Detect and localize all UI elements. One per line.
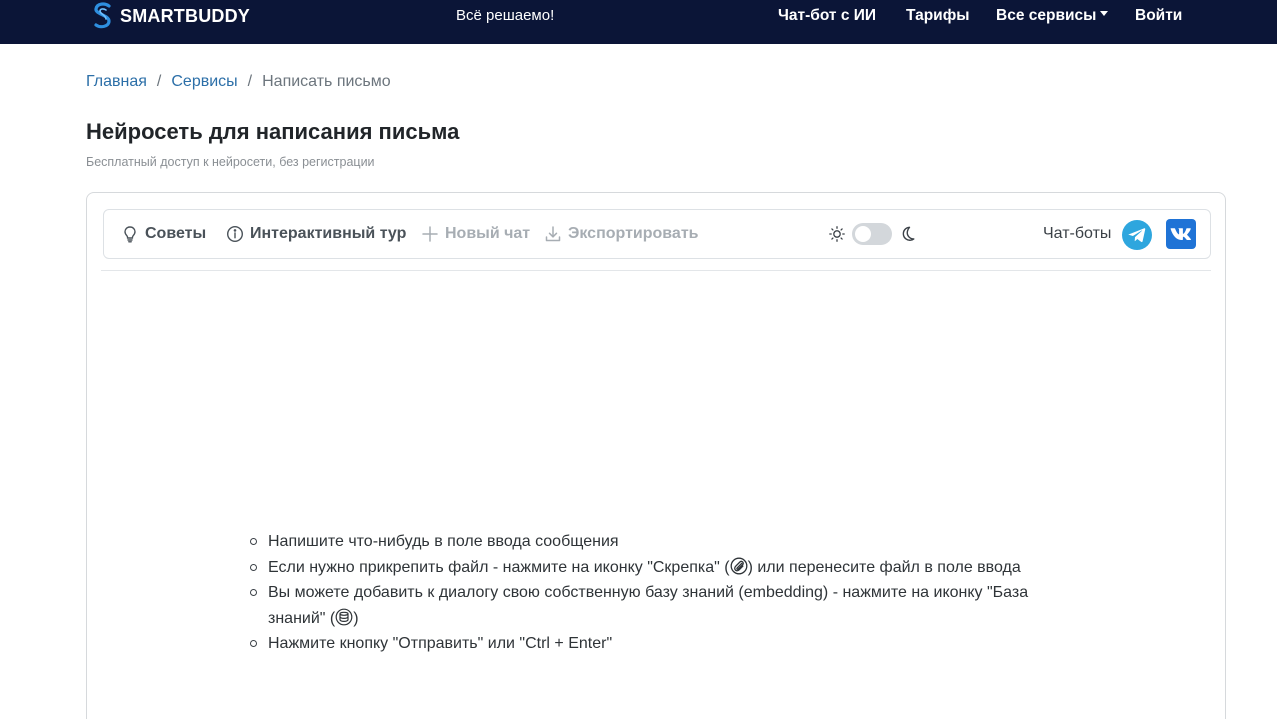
breadcrumb-services[interactable]: Сервисы — [171, 73, 237, 91]
tip-text: ) — [353, 609, 359, 627]
sun-icon — [829, 226, 845, 242]
tip-item: Напишите что-нибудь в поле ввода сообщен… — [250, 529, 1068, 555]
tip-text: Если нужно прикрепить файл - нажмите на … — [268, 558, 730, 576]
new-chat-label: Новый чат — [445, 225, 531, 242]
chatbots-label: Чат-боты — [1043, 225, 1112, 242]
export-label: Экспортировать — [568, 225, 699, 242]
new-chat-button[interactable]: Новый чат — [421, 210, 530, 258]
info-circle-icon — [226, 225, 244, 243]
nav-services-label: Все сервисы — [996, 7, 1097, 24]
brand-link[interactable]: SMARTBUDDY — [92, 2, 250, 30]
tour-label: Интерактивный тур — [250, 225, 407, 242]
page-title: Нейросеть для написания письма — [86, 119, 460, 144]
tips-button[interactable]: Советы — [121, 210, 206, 258]
database-icon — [335, 608, 353, 625]
theme-switcher — [828, 210, 916, 258]
breadcrumb-home[interactable]: Главная — [86, 73, 147, 91]
tagline: Всё решаемо! — [456, 7, 555, 24]
toolbar-divider — [101, 270, 1211, 271]
telegram-icon — [1128, 228, 1146, 243]
nav-link-login[interactable]: Войти — [1135, 7, 1182, 25]
tip-text: Напишите что-нибудь в поле ввода сообщен… — [268, 533, 619, 550]
vk-icon — [1170, 228, 1191, 240]
tip-text: ) или перенесите файл в поле ввода — [747, 558, 1021, 576]
chat-toolbar: Советы Интерактивный тур Новый чат Экспо… — [103, 209, 1211, 259]
smartbuddy-logo-icon — [94, 2, 111, 29]
tip-item: Нажмите кнопку "Отправить" или "Ctrl + E… — [250, 631, 1068, 657]
tip-text: Вы можете добавить к диалогу свою собств… — [268, 584, 1029, 627]
tip-item: Вы можете добавить к диалогу свою собств… — [250, 580, 1068, 631]
export-button[interactable]: Экспортировать — [544, 210, 699, 258]
paperclip-icon — [730, 557, 748, 574]
tour-button[interactable]: Интерактивный тур — [226, 210, 406, 258]
toggle-knob — [855, 226, 871, 242]
tip-item: Если нужно прикрепить файл - нажмите на … — [250, 555, 1068, 581]
breadcrumb-separator: / — [156, 73, 162, 90]
moon-icon — [902, 226, 915, 241]
page-subtitle: Бесплатный доступ к нейросети, без регис… — [86, 155, 375, 169]
lightbulb-icon — [124, 226, 136, 243]
plus-icon — [422, 226, 438, 242]
nav-dropdown-services[interactable]: Все сервисы — [996, 7, 1109, 25]
tips-label: Советы — [145, 225, 207, 242]
breadcrumb-separator: / — [247, 73, 253, 90]
top-navbar: SMARTBUDDY Всё решаемо! Чат-бот с ИИ Тар… — [0, 0, 1277, 44]
caret-down-icon — [1100, 11, 1109, 17]
nav-link-chatbot[interactable]: Чат-бот с ИИ — [778, 7, 876, 25]
tip-text: Нажмите кнопку "Отправить" или "Ctrl + E… — [268, 635, 613, 652]
chat-tips-list: Напишите что-нибудь в поле ввода сообщен… — [250, 529, 1068, 657]
breadcrumb-current: Написать письмо — [262, 73, 391, 90]
theme-toggle[interactable] — [852, 223, 892, 245]
nav-link-pricing[interactable]: Тарифы — [906, 7, 970, 25]
breadcrumb: Главная / Сервисы / Написать письмо — [86, 73, 391, 91]
telegram-button[interactable] — [1122, 220, 1152, 250]
vk-button[interactable] — [1166, 219, 1196, 249]
brand-name: SMARTBUDDY — [120, 5, 250, 26]
download-icon — [545, 226, 561, 242]
